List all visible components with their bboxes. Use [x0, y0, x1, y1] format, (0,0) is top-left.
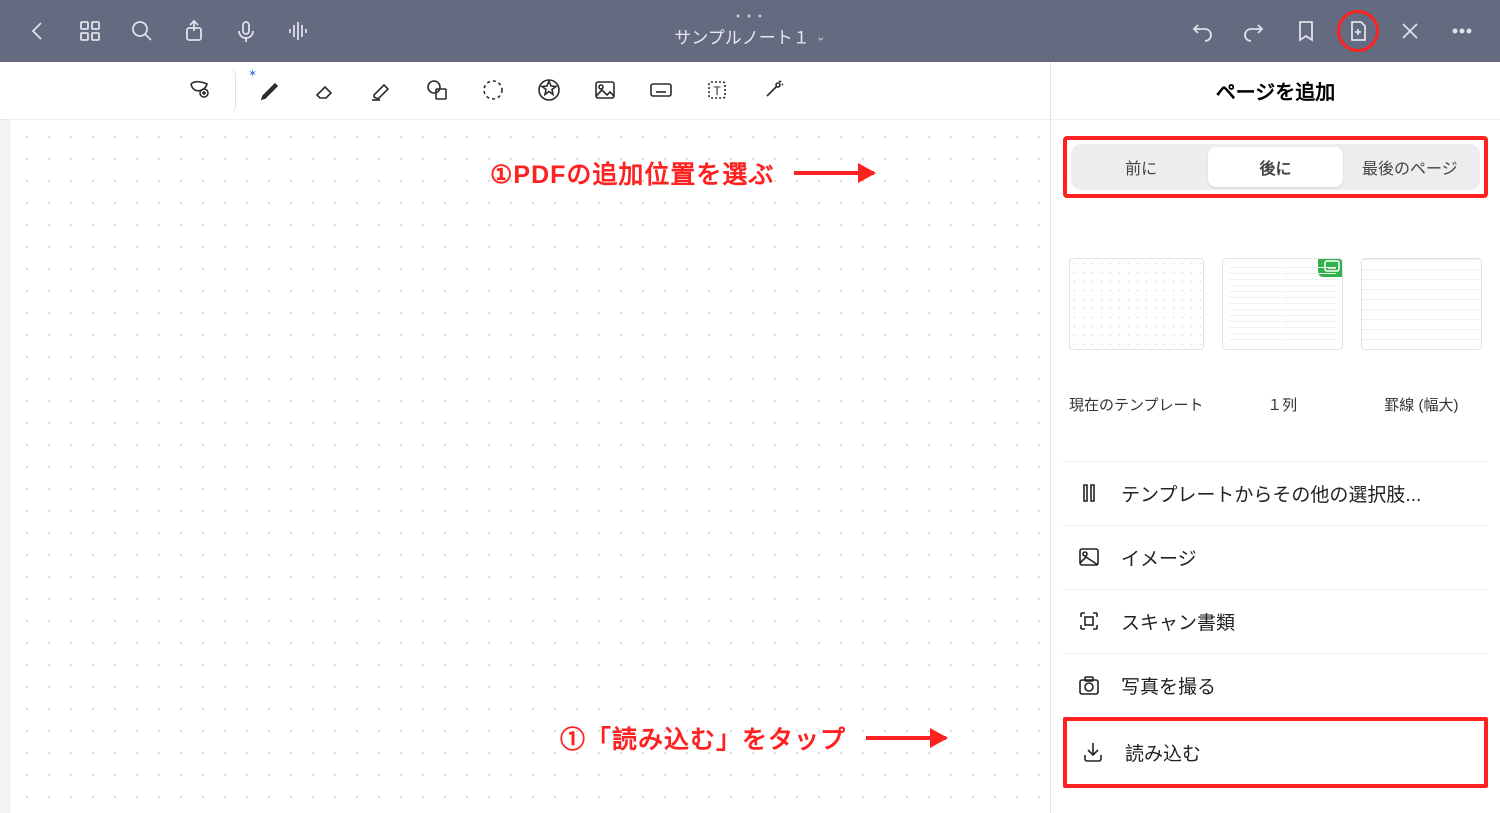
scan-icon — [1077, 609, 1103, 635]
keyboard-icon — [649, 78, 675, 104]
keyboard-badge-icon — [1318, 258, 1343, 277]
template-thumb-current — [1069, 258, 1204, 350]
segment-before[interactable]: 前に — [1074, 147, 1208, 187]
lasso-tool[interactable] — [466, 69, 522, 113]
mic-button[interactable] — [220, 0, 272, 62]
titlebar-left-group — [12, 0, 324, 62]
shapes-icon — [425, 78, 451, 104]
menu-label: テンプレートからその他の選択肢... — [1121, 480, 1421, 507]
title-bar: • • • サンプルノート１ ⌄ — [0, 0, 1500, 62]
document-title-area[interactable]: • • • サンプルノート１ ⌄ — [674, 14, 826, 49]
menu-scan[interactable]: スキャン書類 — [1063, 589, 1488, 653]
lasso-icon — [481, 78, 507, 104]
template-row: 現在のテンプレート １列 罫線 (幅大) — [1063, 258, 1488, 415]
laser-icon — [761, 78, 787, 104]
highlighter-tool[interactable] — [354, 69, 410, 113]
template-label: １列 — [1222, 394, 1343, 415]
menu-import[interactable]: 読み込む — [1063, 717, 1488, 788]
pen-tool[interactable]: ✶ — [242, 69, 298, 113]
eraser-icon — [313, 78, 339, 104]
add-page-panel: ページを追加 前に 後に 最後のページ 現在のテンプレート １列 — [1050, 62, 1500, 813]
titlebar-right-group — [1176, 0, 1488, 62]
menu-image[interactable]: イメージ — [1063, 525, 1488, 589]
keyboard-tool[interactable] — [634, 69, 690, 113]
camera-icon — [1077, 673, 1103, 699]
bookmark-button[interactable] — [1280, 0, 1332, 62]
template-current[interactable]: 現在のテンプレート — [1069, 258, 1204, 415]
undo-button[interactable] — [1176, 0, 1228, 62]
template-icon — [1077, 481, 1103, 507]
image-icon — [1077, 545, 1103, 571]
menu-take-photo[interactable]: 写真を撮る — [1063, 653, 1488, 717]
highlighter-icon — [369, 78, 395, 104]
menu-label: 読み込む — [1125, 739, 1201, 766]
close-icon — [1398, 19, 1422, 43]
note-canvas[interactable] — [10, 120, 1050, 813]
laser-tool[interactable] — [746, 69, 802, 113]
panel-title: ページを追加 — [1051, 62, 1500, 120]
star-badge-icon — [537, 78, 563, 104]
template-thumb-one-column — [1222, 258, 1343, 350]
add-page-icon — [1346, 19, 1370, 43]
import-icon — [1081, 740, 1107, 766]
bookmark-icon — [1294, 19, 1318, 43]
more-button[interactable] — [1436, 0, 1488, 62]
grid-view-button[interactable] — [64, 0, 116, 62]
redo-icon — [1242, 19, 1266, 43]
segment-after[interactable]: 後に — [1208, 147, 1342, 187]
zoom-page-tool[interactable] — [180, 69, 236, 113]
grid-icon — [78, 19, 102, 43]
bluetooth-icon: ✶ — [248, 67, 257, 80]
redo-button[interactable] — [1228, 0, 1280, 62]
text-icon: T — [705, 78, 731, 104]
chevron-left-icon — [26, 19, 50, 43]
menu-more-templates[interactable]: テンプレートからその他の選択肢... — [1063, 461, 1488, 525]
search-button[interactable] — [116, 0, 168, 62]
menu-label: 写真を撮る — [1121, 672, 1216, 699]
image-icon — [593, 78, 619, 104]
eraser-tool[interactable] — [298, 69, 354, 113]
share-icon — [182, 19, 206, 43]
mic-icon — [234, 19, 258, 43]
share-button[interactable] — [168, 0, 220, 62]
segment-last[interactable]: 最後のページ — [1343, 147, 1477, 187]
template-label: 罫線 (幅大) — [1361, 394, 1482, 415]
menu-label: イメージ — [1121, 544, 1197, 571]
template-thumb-ruled — [1361, 258, 1482, 350]
position-segmented-highlight: 前に 後に 最後のページ — [1063, 136, 1488, 198]
close-button[interactable] — [1384, 0, 1436, 62]
document-title: サンプルノート１ — [674, 24, 810, 49]
zoom-page-icon — [187, 78, 213, 104]
pen-icon — [257, 78, 283, 104]
panel-menu: テンプレートからその他の選択肢... イメージ スキャン書類 写真を撮る 読み込… — [1063, 461, 1488, 788]
more-icon — [1450, 19, 1474, 43]
position-segmented-control: 前に 後に 最後のページ — [1071, 144, 1480, 190]
back-button[interactable] — [12, 0, 64, 62]
drag-handle-icon: • • • — [674, 14, 826, 20]
template-label: 現在のテンプレート — [1069, 394, 1204, 415]
text-tool[interactable]: T — [690, 69, 746, 113]
svg-text:T: T — [713, 84, 721, 98]
template-ruled-large[interactable]: 罫線 (幅大) — [1361, 258, 1482, 415]
search-icon — [130, 19, 154, 43]
waveform-icon — [286, 19, 310, 43]
menu-label: スキャン書類 — [1121, 608, 1235, 635]
add-page-button[interactable] — [1332, 0, 1384, 62]
shapes-tool[interactable] — [410, 69, 466, 113]
sticker-tool[interactable] — [522, 69, 578, 113]
undo-icon — [1190, 19, 1214, 43]
chevron-down-icon: ⌄ — [816, 29, 826, 43]
template-one-column[interactable]: １列 — [1222, 258, 1343, 415]
audio-wave-button[interactable] — [272, 0, 324, 62]
image-tool[interactable] — [578, 69, 634, 113]
